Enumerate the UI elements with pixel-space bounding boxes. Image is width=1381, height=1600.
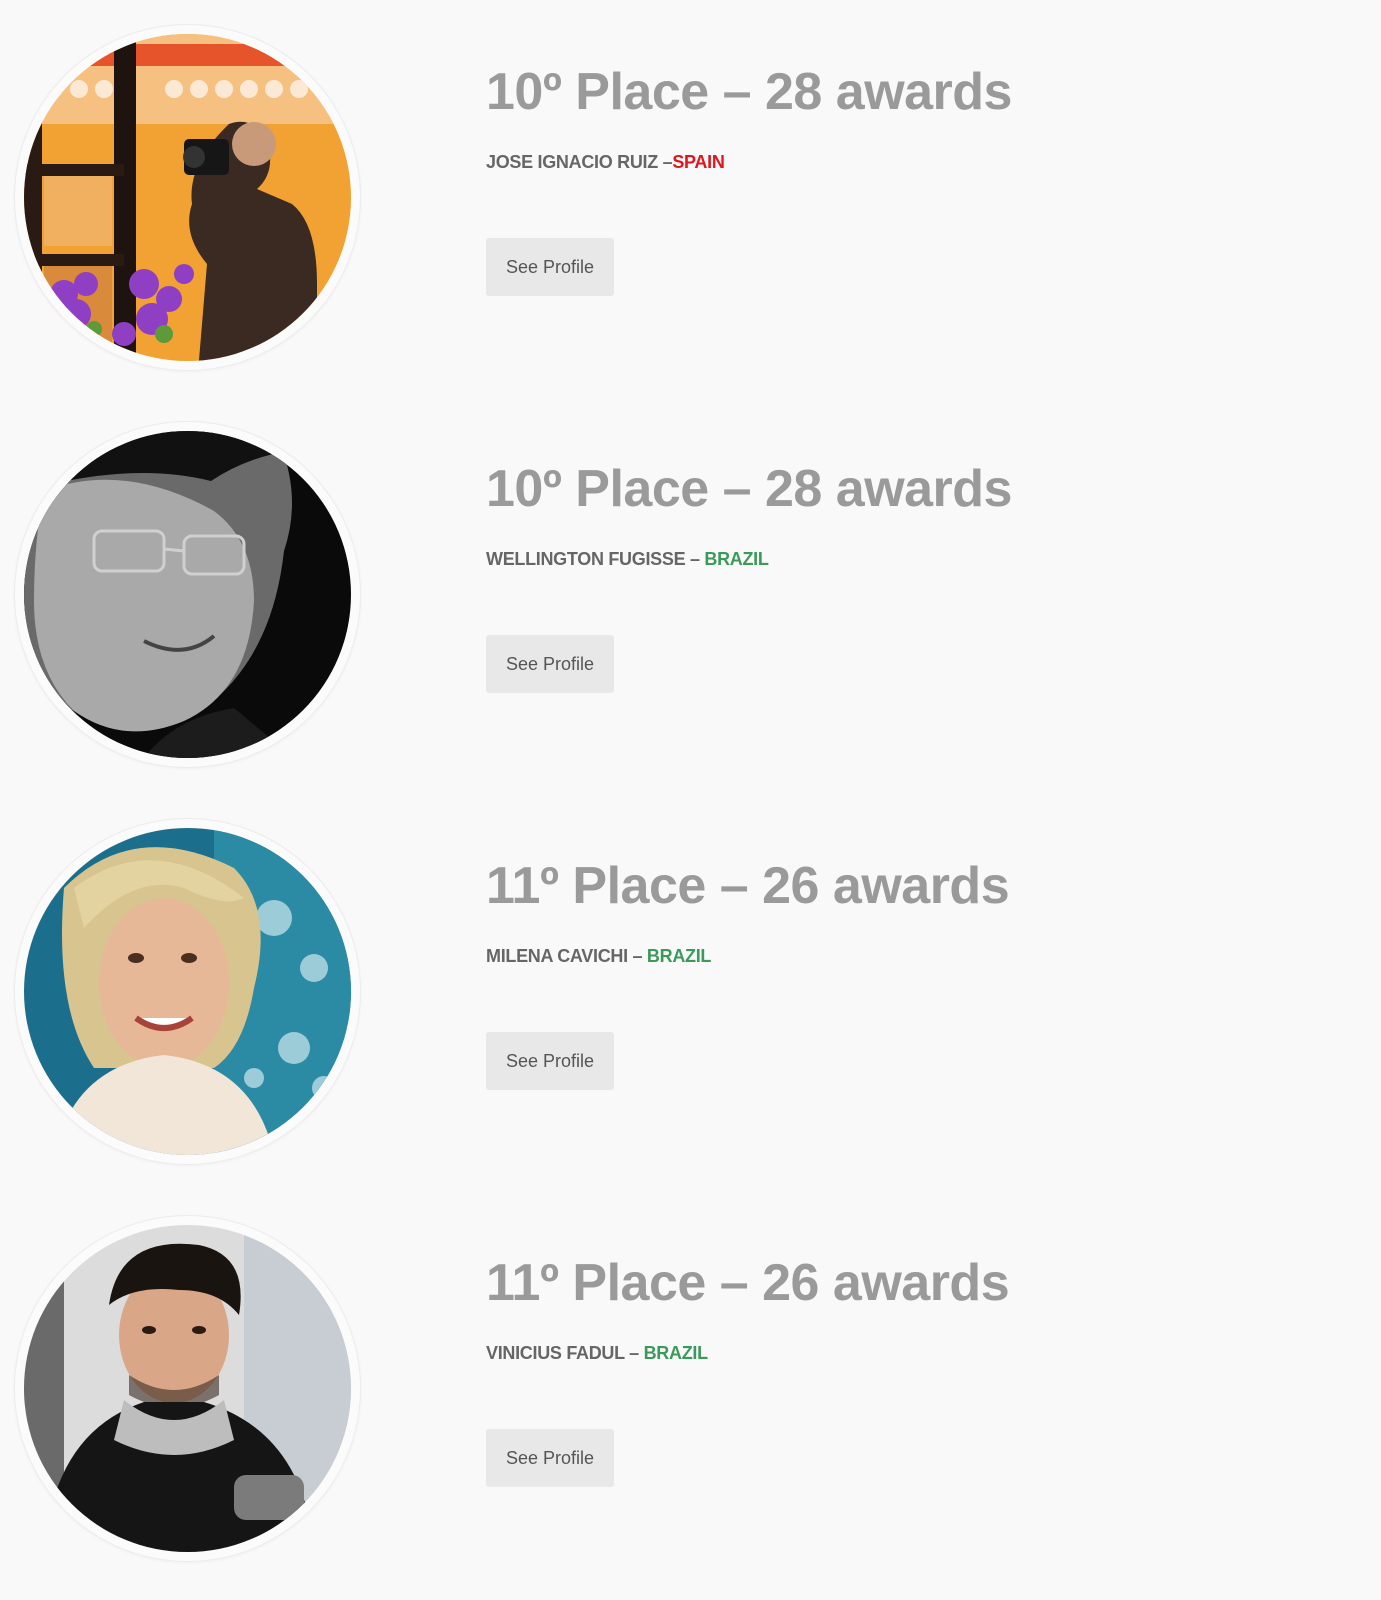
avatar-blonde-woman-photo <box>24 828 351 1155</box>
rank-title: 10º Place – 28 awards <box>486 63 1012 121</box>
avatar-frame <box>15 819 360 1164</box>
photographer-name-line: MILENA CAVICHI – BRAZIL <box>486 946 711 967</box>
avatar-frame <box>15 422 360 767</box>
avatar-frame <box>15 25 360 370</box>
see-profile-button[interactable]: See Profile <box>486 635 614 693</box>
ranking-entry: 10º Place – 28 awards JOSE IGNACIO RUIZ … <box>0 0 1381 397</box>
photographer-name-line: WELLINGTON FUGISSE – BRAZIL <box>486 549 769 570</box>
rank-title: 11º Place – 26 awards <box>486 857 1010 915</box>
ranking-entry: 10º Place – 28 awards WELLINGTON FUGISSE… <box>0 397 1381 794</box>
ranking-list: 10º Place – 28 awards JOSE IGNACIO RUIZ … <box>0 0 1381 1600</box>
photographer-name: MILENA CAVICHI – <box>486 946 647 966</box>
country-label: BRAZIL <box>643 1343 709 1363</box>
country-label: BRAZIL <box>704 549 769 569</box>
country-label: SPAIN <box>672 152 725 172</box>
ranking-entry: 11º Place – 26 awards MILENA CAVICHI – B… <box>0 794 1381 1191</box>
photographer-name: VINICIUS FADUL – <box>486 1343 644 1363</box>
country-label: BRAZIL <box>646 946 712 966</box>
see-profile-button[interactable]: See Profile <box>486 238 614 296</box>
see-profile-button[interactable]: See Profile <box>486 1429 614 1487</box>
avatar-frame <box>15 1216 360 1561</box>
see-profile-button[interactable]: See Profile <box>486 1032 614 1090</box>
avatar-man-in-jacket-photo <box>24 1225 351 1552</box>
rank-title: 10º Place – 28 awards <box>486 460 1012 518</box>
photographer-name-line: JOSE IGNACIO RUIZ –SPAIN <box>486 152 725 173</box>
rank-title: 11º Place – 26 awards <box>486 1254 1010 1312</box>
photographer-name: JOSE IGNACIO RUIZ – <box>486 152 673 172</box>
photographer-name: WELLINGTON FUGISSE – <box>486 549 705 569</box>
photographer-name-line: VINICIUS FADUL – BRAZIL <box>486 1343 708 1364</box>
ranking-entry: 11º Place – 26 awards VINICIUS FADUL – B… <box>0 1191 1381 1588</box>
avatar-glasses-man-photo <box>24 431 351 758</box>
avatar-photographer-photo <box>24 34 351 361</box>
